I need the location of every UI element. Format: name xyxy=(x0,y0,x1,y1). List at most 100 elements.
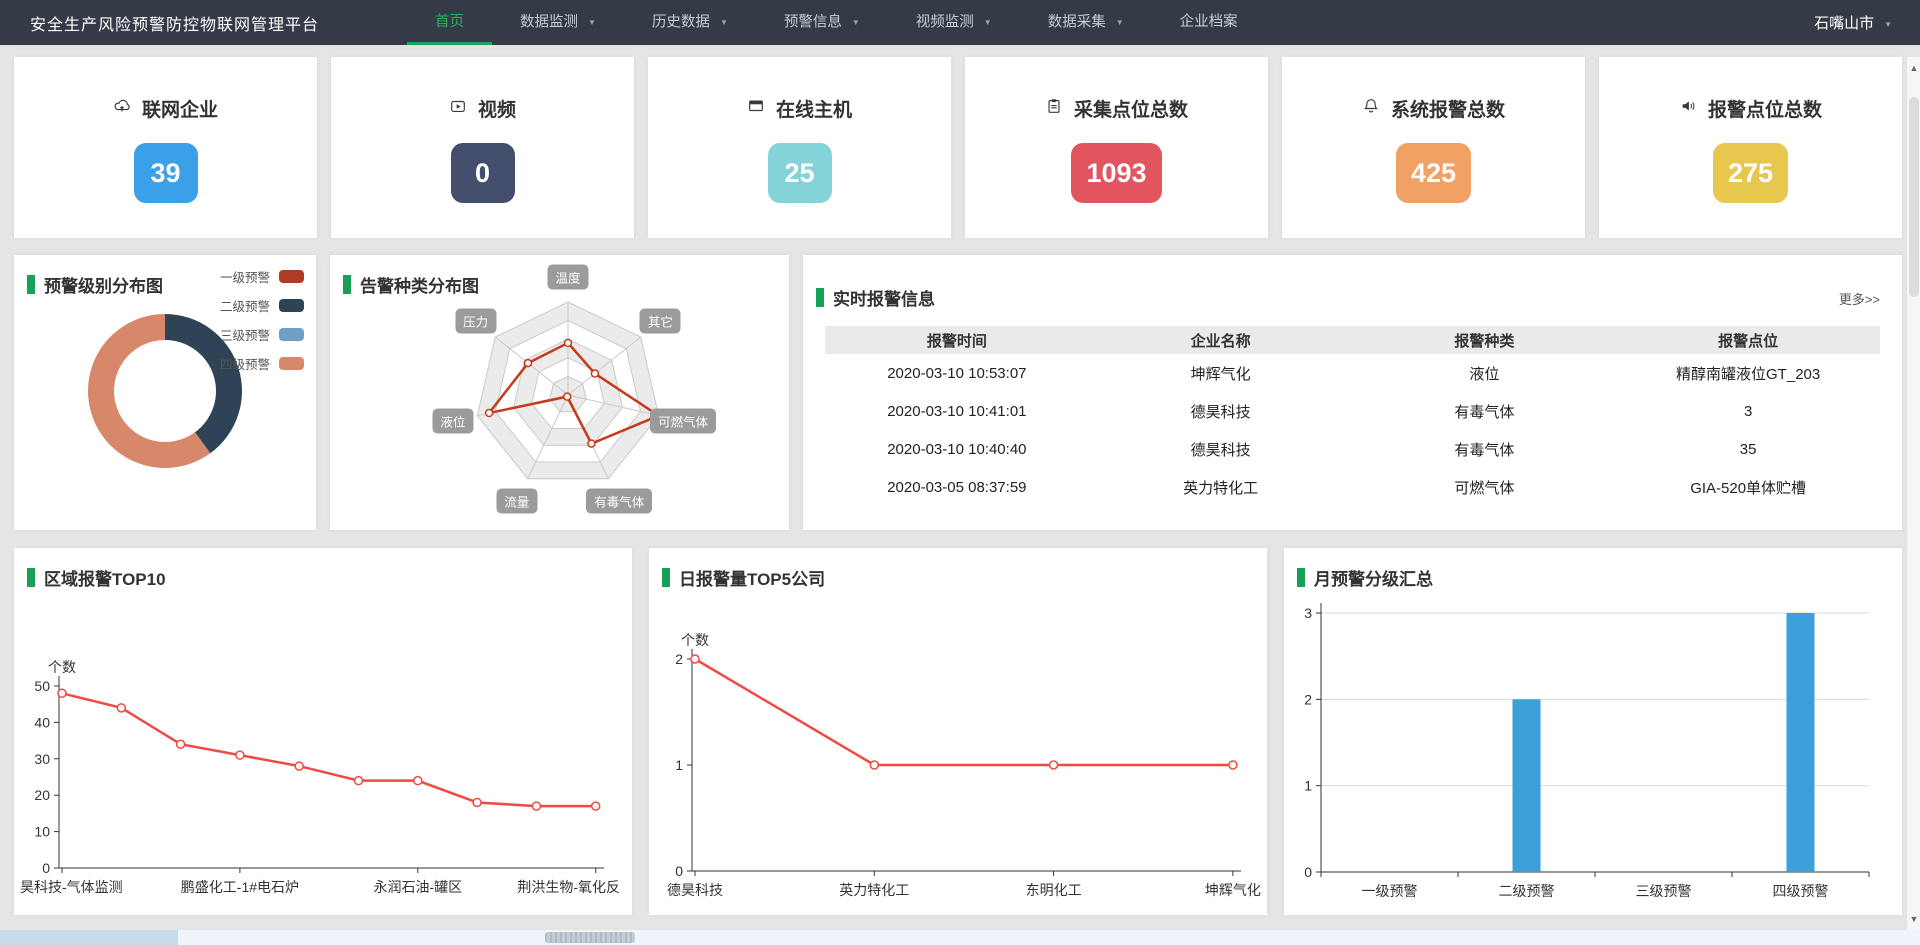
app-title: 安全生产风险预警防控物联网管理平台 xyxy=(30,11,319,35)
svg-text:鹏盛化工-1#电石炉: 鹏盛化工-1#电石炉 xyxy=(181,879,299,895)
legend-swatch xyxy=(279,328,304,341)
svg-text:2: 2 xyxy=(675,651,683,667)
alarm-type-card: 告警种类分布图 温度其它可燃气体有毒气体流量液位压力 xyxy=(330,255,789,530)
stat-card-value: 425 xyxy=(1396,143,1471,203)
table-cell: 有毒气体 xyxy=(1353,392,1617,430)
table-cell: 2020-03-05 08:37:59 xyxy=(825,468,1089,506)
chevron-down-icon: ▼ xyxy=(588,18,596,27)
nav-item-history-data[interactable]: 历史数据▼ xyxy=(624,0,756,45)
table-column-header: 报警点位 xyxy=(1616,326,1880,354)
stat-card-value: 1093 xyxy=(1071,143,1161,203)
stat-card-value: 39 xyxy=(134,143,198,203)
table-column-header: 企业名称 xyxy=(1089,326,1353,354)
svg-text:二级预警: 二级预警 xyxy=(1499,883,1555,899)
title-marker xyxy=(27,568,35,587)
svg-text:40: 40 xyxy=(34,714,50,730)
svg-text:30: 30 xyxy=(34,751,50,767)
svg-text:德昊科技: 德昊科技 xyxy=(667,882,723,898)
table-row[interactable]: 2020-03-10 10:53:07坤辉气化液位精醇南罐液位GT_203 xyxy=(825,354,1880,392)
nav-item-home[interactable]: 首页 xyxy=(407,0,492,45)
scroll-down-icon[interactable]: ▼ xyxy=(1907,914,1920,924)
table-row[interactable]: 2020-03-10 10:41:01德昊科技有毒气体3 xyxy=(825,392,1880,430)
svg-text:坤辉气化: 坤辉气化 xyxy=(1205,882,1261,898)
vertical-scroll-thumb[interactable] xyxy=(1909,97,1919,297)
svg-text:英力特化工: 英力特化工 xyxy=(839,882,909,898)
region-top10-title: 区域报警TOP10 xyxy=(27,565,166,590)
svg-text:个数: 个数 xyxy=(48,659,76,675)
horizontal-scrollbar[interactable] xyxy=(0,930,1920,945)
nav-item-enterprise-archive[interactable]: 企业档案 xyxy=(1152,0,1266,45)
table-cell: 液位 xyxy=(1353,354,1617,392)
nav-item-data-monitoring[interactable]: 数据监测 ▼ xyxy=(492,0,624,45)
radar-axis-label: 温度 xyxy=(547,264,588,289)
region-selector[interactable]: 石嘴山市 ▼ xyxy=(1814,12,1892,33)
table-cell: 2020-03-10 10:41:01 xyxy=(825,392,1089,430)
stat-card-header: 联网企业 xyxy=(113,97,218,119)
more-link[interactable]: 更多>> xyxy=(1839,289,1880,308)
stat-card-label: 联网企业 xyxy=(142,95,218,122)
legend-item: 三级预警 xyxy=(220,325,304,344)
table-cell: 3 xyxy=(1616,392,1880,430)
stat-card-value: 275 xyxy=(1713,143,1788,203)
nav-item-video-monitoring[interactable]: 视频监测▼ xyxy=(888,0,1020,45)
title-marker xyxy=(816,288,824,307)
radar-axis-label: 压力 xyxy=(455,309,496,334)
table-cell: 2020-03-10 10:53:07 xyxy=(825,354,1089,392)
chevron-down-icon: ▼ xyxy=(852,18,860,27)
radar-axis-label: 有毒气体 xyxy=(586,489,652,514)
stat-card-collection-points-total: 采集点位总数 1093 xyxy=(965,57,1268,238)
title-marker xyxy=(27,275,35,294)
nav-item-data-collection[interactable]: 数据采集▼ xyxy=(1020,0,1152,45)
stat-card-header: 在线主机 xyxy=(747,97,852,119)
bottom-row: 区域报警TOP10 01020304050个数昊科技-气体监测鹏盛化工-1#电石… xyxy=(14,548,1902,915)
scroll-up-icon[interactable]: ▲ xyxy=(1907,63,1920,73)
stat-cards-row: 联网企业39视频0在线主机25采集点位总数1093系统报警总数425报警点位总数… xyxy=(14,57,1902,238)
stat-card-header: 系统报警总数 xyxy=(1362,97,1505,119)
monthly-summary-chart: 0123一级预警二级预警三级预警四级预警 xyxy=(1284,548,1906,915)
title-marker xyxy=(1297,568,1305,587)
nav-item-warning-info[interactable]: 预警信息▼ xyxy=(756,0,888,45)
chevron-down-icon: ▼ xyxy=(984,18,992,27)
video-icon xyxy=(449,97,467,120)
radar-axis-label: 可燃气体 xyxy=(650,409,716,434)
svg-text:20: 20 xyxy=(34,787,50,803)
realtime-alarm-card: 实时报警信息 更多>> 报警时间企业名称报警种类报警点位 2020-03-10 … xyxy=(803,255,1902,530)
nav-item-label: 历史数据 xyxy=(652,14,710,30)
daily-top5-chart: 012个数德昊科技英力特化工东明化工坤辉气化 xyxy=(649,548,1267,915)
nav-item-label: 首页 xyxy=(435,14,464,30)
daily-top5-card: 日报警量TOP5公司 012个数德昊科技英力特化工东明化工坤辉气化 xyxy=(649,548,1267,915)
table-row[interactable]: 2020-03-10 10:40:40德昊科技有毒气体35 xyxy=(825,430,1880,468)
legend-item: 一级预警 xyxy=(220,267,304,286)
legend-swatch xyxy=(279,299,304,312)
table-column-header: 报警时间 xyxy=(825,326,1089,354)
radar-axis-label: 其它 xyxy=(640,309,681,334)
chevron-down-icon: ▼ xyxy=(1884,20,1892,29)
stat-card-label: 在线主机 xyxy=(776,95,852,122)
region-top10-title-text: 区域报警TOP10 xyxy=(44,565,166,590)
stat-card-label: 采集点位总数 xyxy=(1074,95,1188,122)
region-label: 石嘴山市 xyxy=(1814,15,1874,32)
svg-text:三级预警: 三级预警 xyxy=(1636,883,1692,899)
svg-text:10: 10 xyxy=(34,824,50,840)
nav-item-label: 数据监测 xyxy=(520,14,578,30)
stat-card-header: 采集点位总数 xyxy=(1045,97,1188,119)
legend-label: 四级预警 xyxy=(220,354,270,373)
stat-card-videos: 视频0 xyxy=(331,57,634,238)
table-cell: 德昊科技 xyxy=(1089,430,1353,468)
stat-card-system-alarms-total: 系统报警总数 425 xyxy=(1282,57,1585,238)
table-row[interactable]: 2020-03-05 08:37:59英力特化工可燃气体GIA-520单体贮槽 xyxy=(825,468,1880,506)
alarm-table: 报警时间企业名称报警种类报警点位 2020-03-10 10:53:07坤辉气化… xyxy=(825,326,1880,506)
speaker-icon xyxy=(1679,97,1697,120)
legend-item: 二级预警 xyxy=(220,296,304,315)
legend-label: 三级预警 xyxy=(220,325,270,344)
title-marker xyxy=(662,568,670,587)
clipboard-icon xyxy=(1045,97,1063,120)
region-top10-chart: 01020304050个数昊科技-气体监测鹏盛化工-1#电石炉永润石油-罐区荆洪… xyxy=(14,548,626,915)
svg-text:个数: 个数 xyxy=(681,632,709,648)
horizontal-scroll-thumb[interactable] xyxy=(545,932,635,943)
stat-card-online-hosts: 在线主机25 xyxy=(648,57,951,238)
region-top10-card: 区域报警TOP10 01020304050个数昊科技-气体监测鹏盛化工-1#电石… xyxy=(14,548,632,915)
warning-level-card: 预警级别分布图 一级预警二级预警三级预警四级预警 xyxy=(14,255,316,530)
vertical-scrollbar[interactable]: ▲ ▼ xyxy=(1906,57,1920,930)
svg-text:50: 50 xyxy=(34,678,50,694)
